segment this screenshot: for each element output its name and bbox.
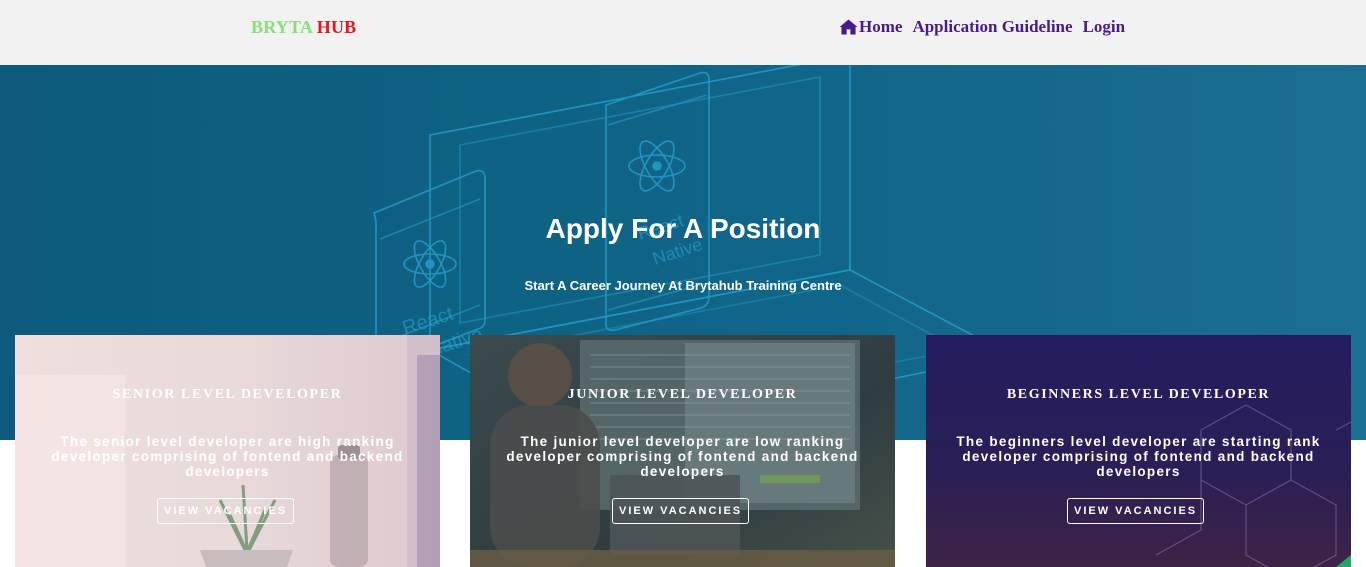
nav-login-link[interactable]: Login (1083, 17, 1126, 37)
brand-part-1: BRYTA (251, 17, 313, 37)
hero-subtitle: Start A Career Journey At Brytahub Train… (524, 278, 842, 293)
card-senior-description: The senior level developer are high rank… (51, 434, 404, 479)
beginners-view-vacancies-button[interactable]: VIEW VACANCIES (1067, 498, 1205, 524)
junior-view-vacancies-button[interactable]: VIEW VACANCIES (612, 498, 750, 524)
card-junior: JUNIOR LEVEL DEVELOPER The junior level … (470, 335, 895, 567)
card-senior: SENIOR LEVEL DEVELOPER The senior level … (15, 335, 440, 567)
card-senior-title: SENIOR LEVEL DEVELOPER (112, 387, 343, 402)
card-beginners-description: The beginners level developer are starti… (956, 434, 1321, 479)
nav-guideline-link[interactable]: Application Guideline (912, 17, 1072, 37)
nav-home-label: Home (859, 17, 903, 36)
senior-view-vacancies-button[interactable]: VIEW VACANCIES (157, 498, 295, 524)
card-junior-description: The junior level developer are low ranki… (506, 434, 859, 479)
nav-home-link[interactable]: Home (839, 17, 902, 37)
card-beginners-title: BEGINNERS LEVEL DEVELOPER (1006, 387, 1271, 402)
top-navbar: BRYTA HUB Home Application Guideline Log… (0, 0, 1366, 65)
card-junior-title: JUNIOR LEVEL DEVELOPER (567, 387, 798, 402)
brand-logo[interactable]: BRYTA HUB (251, 17, 356, 38)
hero-title: Apply For A Position (545, 213, 821, 244)
brand-part-2: HUB (316, 17, 357, 37)
main-nav: Home Application Guideline Login (839, 17, 1125, 37)
home-icon (839, 19, 858, 35)
card-beginners: BEGINNERS LEVEL DEVELOPER The beginners … (926, 335, 1351, 567)
